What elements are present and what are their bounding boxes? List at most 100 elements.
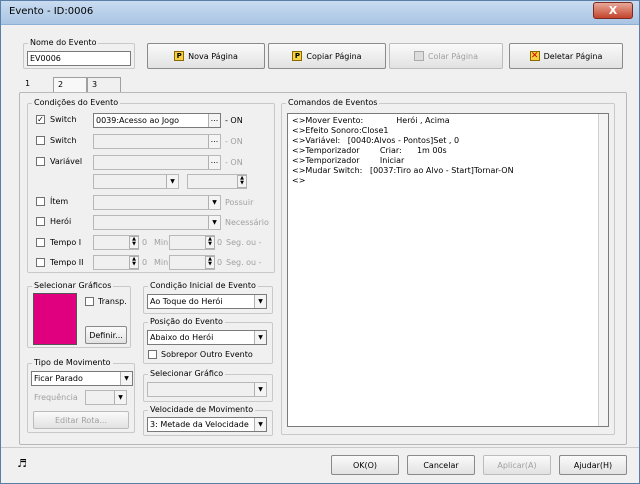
timer2-checkbox[interactable] — [36, 258, 45, 267]
title-bar: Evento - ID:0006 X — [1, 1, 639, 25]
timer2-min-spinner[interactable]: ▲ ▼ — [129, 256, 139, 269]
paste-page-icon — [413, 51, 424, 61]
chevron-down-icon: ▼ — [254, 418, 266, 431]
timer1-sec-spinner[interactable]: ▲ ▼ — [205, 236, 215, 249]
switch2-label: Switch — [50, 136, 77, 145]
timer2-sec-label: Seg. ou - — [226, 258, 262, 267]
delete-page-button[interactable]: ✕ Deletar Página — [509, 43, 623, 69]
footer-separator — [1, 447, 639, 448]
commands-scrollbar[interactable] — [598, 114, 608, 426]
chevron-down-icon: ▼ — [254, 331, 266, 344]
tab-1[interactable]: 1 — [21, 77, 34, 93]
copy-page-label: Copiar Página — [306, 51, 362, 61]
event-position-select[interactable]: Abaixo do Herói ▼ — [147, 330, 267, 345]
item-select[interactable]: ▼ — [93, 195, 221, 210]
graphic-preview[interactable] — [33, 293, 77, 345]
transparent-label: Transp. — [98, 297, 127, 306]
tab-2[interactable]: 2 — [53, 77, 87, 93]
command-line[interactable]: <>Mudar Switch: [0037:Tiro ao Alvo - Sta… — [292, 166, 604, 176]
start-condition-legend: Condição Inicial de Evento — [148, 281, 258, 290]
timer1-sec-label: Seg. ou - — [226, 238, 262, 247]
music-icon[interactable]: ♬ — [17, 457, 27, 470]
switch2-checkbox[interactable] — [36, 136, 45, 145]
transparent-checkbox[interactable] — [85, 297, 94, 306]
timer1-min-value: 0 — [142, 238, 148, 247]
chevron-down-icon: ▼ — [254, 295, 266, 308]
switch1-value: 0039:Acesso ao Jogo — [96, 116, 180, 125]
copy-page-icon: P — [292, 51, 303, 61]
variable-field[interactable]: ... — [93, 155, 221, 170]
overlap-label: Sobrepor Outro Evento — [161, 350, 253, 359]
hero-label: Herói — [50, 217, 72, 226]
variable-browse-button[interactable]: ... — [208, 156, 220, 169]
variable-suffix: - ON — [225, 158, 243, 167]
timer2-min-label: Min — [154, 258, 169, 267]
timer2-min-value: 0 — [142, 258, 148, 267]
switch2-browse-button[interactable]: ... — [208, 135, 220, 148]
frequency-select[interactable]: ▼ — [85, 390, 127, 405]
chevron-down-icon: ▼ — [166, 175, 178, 188]
event-position-legend: Posição do Evento — [148, 317, 225, 326]
switch1-suffix: - ON — [225, 116, 243, 125]
command-line[interactable]: <>Variável: [0040:Alvos - Pontos]Set , 0 — [292, 136, 604, 146]
start-condition-select[interactable]: Ao Toque do Herói ▼ — [147, 294, 267, 309]
hero-select[interactable]: ▼ — [93, 215, 221, 230]
timer1-sec-value: 0 — [217, 238, 223, 247]
item-suffix: Possuir — [225, 198, 254, 207]
variable-value-spinner[interactable]: ▲ ▼ — [237, 175, 247, 188]
start-condition-value: Ao Toque do Herói — [150, 297, 223, 306]
chevron-down-icon: ▼ — [254, 383, 266, 396]
delete-page-icon: ✕ — [529, 51, 540, 61]
item-checkbox[interactable] — [36, 197, 45, 206]
select-graphic-legend: Selecionar Gráfico — [148, 369, 226, 378]
switch2-field[interactable]: ... — [93, 134, 221, 149]
paste-page-button[interactable]: Colar Página — [389, 43, 503, 69]
command-line[interactable]: <>Mover Evento: Herói , Acima — [292, 116, 604, 126]
variable-operator-select[interactable]: ▼ — [93, 174, 179, 189]
chevron-down-icon: ▼ — [208, 216, 220, 229]
switch1-field[interactable]: 0039:Acesso ao Jogo ... — [93, 113, 221, 128]
move-speed-value: 3: Metade da Velocidade — [150, 420, 249, 429]
define-button[interactable]: Definir... — [85, 326, 127, 344]
switch1-label: Switch — [50, 115, 77, 124]
new-page-button[interactable]: P Nova Página — [147, 43, 265, 69]
timer2-label: Tempo II — [50, 258, 84, 267]
close-button[interactable]: X — [593, 2, 633, 19]
cancel-button[interactable]: Cancelar — [407, 455, 475, 475]
command-line[interactable]: <>Temporizador Criar: 1m 00s — [292, 146, 604, 156]
paste-page-label: Colar Página — [427, 51, 479, 61]
command-line[interactable]: <>Temporizador Iniciar — [292, 156, 604, 166]
commands-legend: Comandos de Eventos — [286, 98, 380, 107]
conditions-legend: Condições do Evento — [32, 98, 121, 107]
delete-page-label: Deletar Página — [543, 51, 603, 61]
overlap-checkbox[interactable] — [148, 350, 157, 359]
commands-list[interactable]: <>Mover Evento: Herói , Acima <>Efeito S… — [287, 113, 609, 427]
hero-checkbox[interactable] — [36, 217, 45, 226]
apply-button[interactable]: Aplicar(A) — [483, 455, 551, 475]
ok-button[interactable]: OK(O) — [331, 455, 399, 475]
tab-3[interactable]: 3 — [87, 77, 121, 93]
command-line[interactable]: <> — [292, 176, 604, 186]
variable-checkbox[interactable] — [36, 157, 45, 166]
select-graphic-select[interactable]: ▼ — [147, 382, 267, 397]
event-position-value: Abaixo do Herói — [150, 333, 214, 342]
move-speed-select[interactable]: 3: Metade da Velocidade ▼ — [147, 417, 267, 432]
timer1-min-spinner[interactable]: ▲ ▼ — [129, 236, 139, 249]
item-label: Ítem — [50, 197, 69, 206]
event-window: Evento - ID:0006 X Nome do Evento EV0006… — [0, 0, 640, 484]
timer2-sec-spinner[interactable]: ▲ ▼ — [205, 256, 215, 269]
movement-type-value: Ficar Parado — [34, 374, 83, 383]
move-speed-legend: Velocidade de Movimento — [148, 405, 256, 414]
command-line[interactable]: <>Efeito Sonoro:Close1 — [292, 126, 604, 136]
hero-suffix: Necessário — [225, 218, 269, 227]
switch1-checkbox[interactable]: ✓ — [36, 115, 45, 124]
window-title: Evento - ID:0006 — [9, 6, 94, 17]
switch1-browse-button[interactable]: ... — [208, 114, 220, 127]
timer1-checkbox[interactable] — [36, 238, 45, 247]
copy-page-button[interactable]: P Copiar Página — [268, 43, 386, 69]
event-name-input[interactable]: EV0006 — [27, 51, 131, 66]
help-button[interactable]: Ajudar(H) — [559, 455, 627, 475]
event-name-legend: Nome do Evento — [28, 38, 99, 47]
edit-route-button[interactable]: Editar Rota... — [33, 411, 129, 429]
movement-type-select[interactable]: Ficar Parado ▼ — [31, 371, 133, 386]
